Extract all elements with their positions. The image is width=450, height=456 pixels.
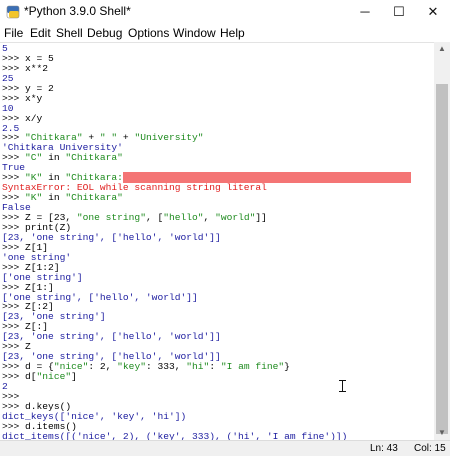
shell-text: in xyxy=(42,192,65,203)
minimize-button[interactable]: ─ xyxy=(348,0,382,24)
scroll-up-button[interactable]: ▲ xyxy=(434,42,450,56)
window-title: *Python 3.9.0 Shell* xyxy=(24,4,131,18)
shell-text: "I am fine" xyxy=(221,361,284,372)
shell-text: "key" xyxy=(117,361,146,372)
status-line: Ln: 43 xyxy=(370,443,398,454)
shell-text: , xyxy=(204,212,216,223)
menu-bar: File Edit Shell Debug Options Window Hel… xyxy=(0,24,450,42)
menu-file[interactable]: File xyxy=(4,26,23,40)
shell-line: [23, 'one string', ['hello', 'world']] xyxy=(2,332,221,342)
shell-text: "University" xyxy=(134,132,203,143)
shell-text: "world" xyxy=(215,212,255,223)
vertical-scrollbar[interactable]: ▲ ▼ xyxy=(434,42,450,440)
shell-text: "hello" xyxy=(163,212,203,223)
menu-window[interactable]: Window xyxy=(173,26,216,40)
mouse-cursor-icon xyxy=(342,380,343,392)
python-icon xyxy=(6,5,20,19)
shell-text: x/y xyxy=(25,113,42,124)
maximize-button[interactable]: ☐ xyxy=(382,0,416,24)
status-column: Col: 15 xyxy=(414,443,446,454)
shell-text: x**2 xyxy=(25,63,48,74)
shell-text: } xyxy=(284,361,290,372)
status-bar: Ln: 43 Col: 15 xyxy=(0,440,450,456)
shell-line: >>> d["nice"] xyxy=(2,372,77,382)
shell-text: ]] xyxy=(255,212,267,223)
shell-text: ] xyxy=(71,371,77,382)
shell-text-area[interactable]: 5>>> x = 5>>> x**225>>> y = 2>>> x*y10>>… xyxy=(0,42,434,441)
close-button[interactable]: ✕ xyxy=(416,0,450,24)
menu-options[interactable]: Options xyxy=(128,26,169,40)
scroll-down-button[interactable]: ▼ xyxy=(434,426,450,440)
shell-text: "Chitkara" xyxy=(65,152,123,163)
menu-shell[interactable]: Shell xyxy=(56,26,83,40)
shell-text: : 333, xyxy=(146,361,186,372)
shell-text: "one string" xyxy=(77,212,146,223)
menu-debug[interactable]: Debug xyxy=(87,26,122,40)
shell-text: "nice" xyxy=(37,371,72,382)
shell-text: d[ xyxy=(25,371,37,382)
shell-text: x*y xyxy=(25,93,42,104)
menu-edit[interactable]: Edit xyxy=(30,26,51,40)
shell-text: [23, 'one string', ['hello', 'world']] xyxy=(2,331,221,342)
menu-help[interactable]: Help xyxy=(220,26,245,40)
shell-text: "Chitkara" xyxy=(65,192,123,203)
shell-text: "C" xyxy=(25,152,42,163)
shell-text: "hi" xyxy=(186,361,209,372)
shell-text: , [ xyxy=(146,212,163,223)
shell-text: in xyxy=(42,152,65,163)
title-bar: *Python 3.9.0 Shell* ─ ☐ ✕ xyxy=(0,0,450,25)
scrollbar-thumb[interactable] xyxy=(436,84,448,434)
shell-text: : xyxy=(209,361,221,372)
shell-text: : 2, xyxy=(88,361,117,372)
